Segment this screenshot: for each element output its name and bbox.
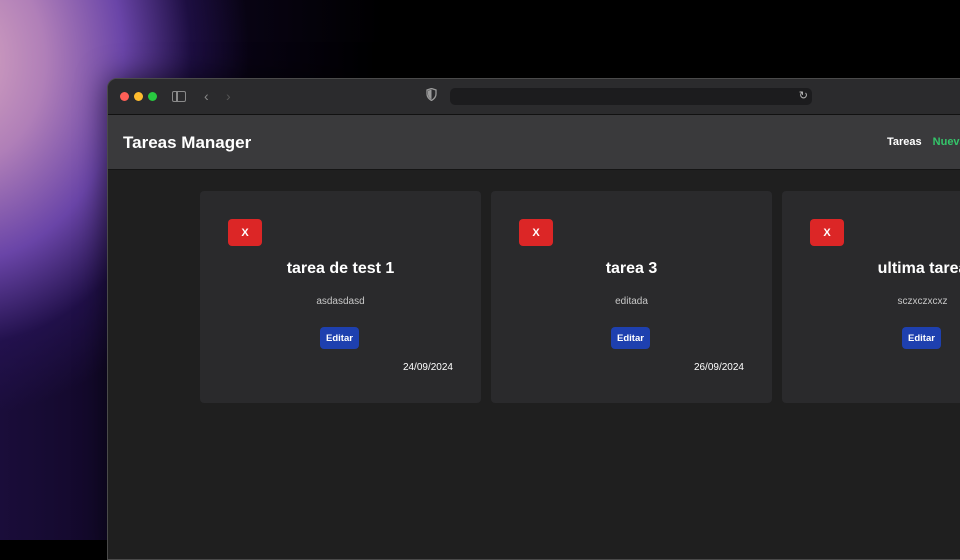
task-title: tarea 3 [605, 260, 658, 277]
delete-task-button[interactable]: X [228, 219, 262, 246]
task-title: tarea de test 1 [286, 260, 395, 277]
task-card: X tarea 3 editada Editar 26/09/2024 [491, 191, 772, 403]
delete-task-button[interactable]: X [519, 219, 553, 246]
task-date: 26/09/2024 [693, 362, 744, 373]
app-header: Tareas Manager Tareas Nueva [108, 115, 960, 170]
maximize-window-button[interactable] [148, 92, 157, 101]
shield-icon [426, 88, 437, 101]
task-description: sczxczxcxz [897, 296, 948, 307]
main-nav: Tareas Nueva [887, 136, 960, 148]
nav-link-tareas[interactable]: Tareas [887, 136, 922, 148]
task-title: ultima tarea [877, 260, 960, 277]
app-title: Tareas Manager [123, 133, 252, 152]
task-description: asdasdasd [316, 296, 365, 307]
task-date: 24/09/2024 [402, 362, 453, 373]
task-card: X tarea de test 1 asdasdasd Editar 24/09… [200, 191, 481, 403]
edit-task-button[interactable]: Editar [611, 327, 650, 349]
address-bar[interactable]: ↻ [450, 88, 812, 105]
forward-icon[interactable]: › [226, 87, 231, 105]
edit-task-button[interactable]: Editar [320, 327, 359, 349]
nav-link-nueva[interactable]: Nueva [933, 136, 960, 148]
edit-task-button[interactable]: Editar [902, 327, 941, 349]
sidebar-toggle-icon[interactable] [172, 91, 186, 102]
close-window-button[interactable] [120, 92, 129, 101]
browser-toolbar: ‹ › ↻ [108, 79, 960, 115]
minimize-window-button[interactable] [134, 92, 143, 101]
back-icon[interactable]: ‹ [204, 87, 209, 105]
task-card: X ultima tarea sczxczxcxz Editar [782, 191, 960, 403]
browser-window: ‹ › ↻ Tareas Manager Tareas Nueva X tarea… [107, 78, 960, 560]
task-description: editada [615, 296, 648, 307]
reload-icon[interactable]: ↻ [799, 88, 808, 105]
task-list: X tarea de test 1 asdasdasd Editar 24/09… [108, 170, 960, 559]
delete-task-button[interactable]: X [810, 219, 844, 246]
